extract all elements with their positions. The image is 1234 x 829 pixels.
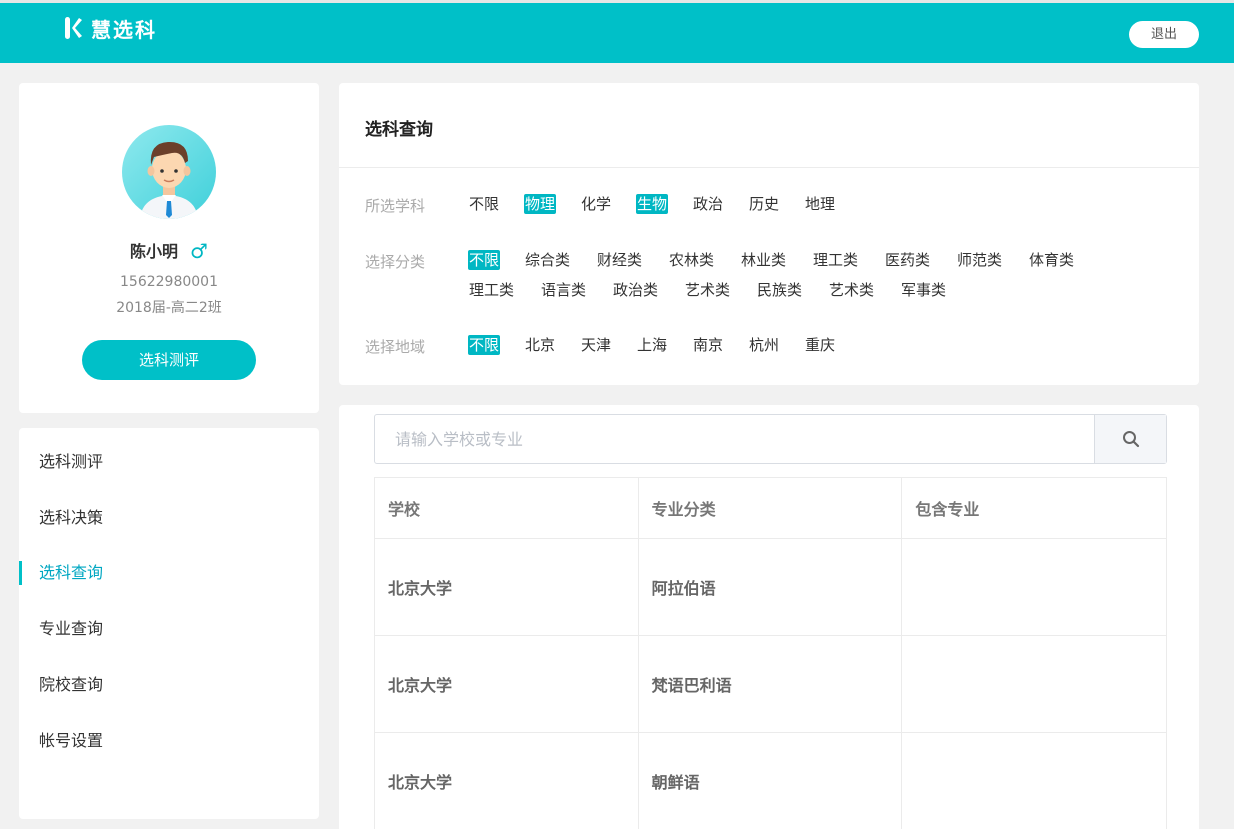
sidebar-item-decision[interactable]: 选科决策 [39,506,103,530]
user-phone: 15622980001 [120,274,218,290]
column-header-majors: 包含专业 [901,477,1167,539]
category-chip[interactable]: 军事类 [901,280,946,300]
category-chip[interactable]: 民族类 [757,280,802,300]
column-header-category: 专业分类 [637,477,903,539]
category-chip[interactable]: 财经类 [597,250,642,270]
region-chip[interactable]: 重庆 [805,335,835,355]
table-row[interactable]: 北京大学 阿拉伯语 [374,538,1167,636]
region-chip[interactable]: 杭州 [749,335,779,355]
category-chip[interactable]: 体育类 [1029,250,1074,270]
cell-school: 北京大学 [374,538,639,636]
results-panel: 学校 专业分类 包含专业 北京大学 阿拉伯语 北京大学 梵语巴利语 北京大学 朝… [339,405,1199,829]
sidebar-nav: 选科测评 选科决策 选科查询 专业查询 院校查询 帐号设置 [19,428,319,819]
category-chip[interactable]: 师范类 [957,250,1002,270]
category-chip[interactable]: 艺术类 [685,280,730,300]
table-row[interactable]: 北京大学 朝鲜语 [374,732,1167,829]
region-chip-selected[interactable]: 不限 [468,335,501,355]
categories-label: 选择分类 [365,253,426,271]
logo-icon [65,17,82,39]
brand-name: 慧选科 [91,17,157,42]
subjects-label: 所选学科 [365,197,426,215]
category-chip[interactable]: 语言类 [541,280,586,300]
cell-majors [901,538,1167,636]
category-chip[interactable]: 林业类 [741,250,786,270]
active-nav-indicator [19,561,22,585]
category-chip[interactable]: 医药类 [885,250,930,270]
category-chip[interactable]: 艺术类 [829,280,874,300]
top-bar: 慧选科 退出 [0,0,1234,63]
search-input[interactable] [375,415,1094,463]
subject-chip-selected[interactable]: 物理 [524,194,557,214]
search-box [374,414,1167,464]
category-chip[interactable]: 农林类 [669,250,714,270]
subject-evaluation-button[interactable]: 选科测评 [82,340,256,380]
subject-chip-selected[interactable]: 生物 [636,194,669,214]
category-chip[interactable]: 综合类 [525,250,570,270]
category-chip[interactable]: 理工类 [469,280,514,300]
page-title: 选科查询 [365,120,433,140]
subject-chip[interactable]: 不限 [469,194,499,214]
cell-school: 北京大学 [374,732,639,829]
search-icon [1122,431,1139,448]
region-chip[interactable]: 南京 [693,335,723,355]
sidebar-item-college-query[interactable]: 院校查询 [39,673,103,697]
avatar [122,125,216,219]
user-class: 2018届-高二2班 [116,300,222,316]
search-button[interactable] [1094,415,1166,463]
sidebar-item-account-settings[interactable]: 帐号设置 [39,729,103,753]
region-chip[interactable]: 上海 [637,335,667,355]
divider [339,167,1199,168]
logout-button[interactable]: 退出 [1129,21,1199,48]
column-header-school: 学校 [374,477,639,539]
subject-chip[interactable]: 化学 [581,194,611,214]
table-header-row: 学校 专业分类 包含专业 [374,477,1167,539]
cell-majors [901,635,1167,733]
sidebar-item-evaluation[interactable]: 选科测评 [39,450,103,474]
region-chip[interactable]: 北京 [525,335,555,355]
table-row[interactable]: 北京大学 梵语巴利语 [374,635,1167,733]
sidebar-item-major-query[interactable]: 专业查询 [39,617,103,641]
cell-category: 梵语巴利语 [637,635,903,733]
category-chip-selected[interactable]: 不限 [468,250,501,270]
subject-chip[interactable]: 地理 [805,194,835,214]
regions-label: 选择地域 [365,338,426,356]
male-icon: ♂ [190,239,208,263]
profile-card: 陈小明 ♂ 15622980001 2018届-高二2班 选科测评 [19,83,319,413]
user-name: 陈小明 [130,242,179,261]
subject-chip[interactable]: 政治 [693,194,723,214]
query-panel: 选科查询 所选学科 不限 物理 化学 生物 政治 历史 地理 选择分类 不限 综… [339,83,1199,385]
cell-school: 北京大学 [374,635,639,733]
region-chip[interactable]: 天津 [581,335,611,355]
results-table: 学校 专业分类 包含专业 北京大学 阿拉伯语 北京大学 梵语巴利语 北京大学 朝… [374,477,1167,829]
cell-category: 朝鲜语 [637,732,903,829]
cell-category: 阿拉伯语 [637,538,903,636]
brand-logo[interactable]: 慧选科 [64,15,157,42]
category-chip[interactable]: 理工类 [813,250,858,270]
subject-chip[interactable]: 历史 [749,194,779,214]
user-name-row: 陈小明 ♂ [19,238,319,263]
cell-majors [901,732,1167,829]
sidebar-item-subject-query[interactable]: 选科查询 [39,561,103,585]
category-chip[interactable]: 政治类 [613,280,658,300]
